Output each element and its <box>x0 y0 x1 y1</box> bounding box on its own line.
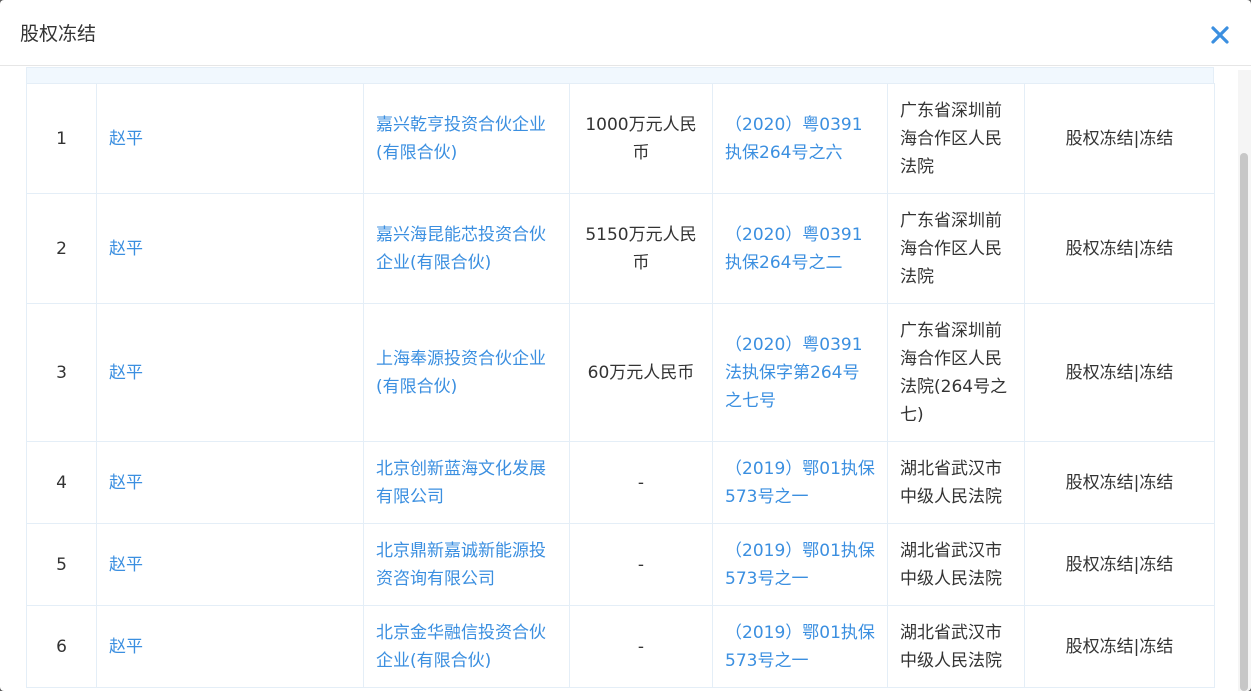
frozen-amount: - <box>569 605 713 688</box>
freeze-status: 股权冻结|冻结 <box>1024 523 1215 606</box>
table-row: 1 赵平 嘉兴乾亨投资合伙企业(有限合伙) 1000万元人民币 （2020）粤0… <box>26 83 1215 194</box>
frozen-amount: - <box>569 523 713 606</box>
scrollbar-thumb[interactable] <box>1240 153 1248 691</box>
row-index: 1 <box>26 83 97 194</box>
court-name: 广东省深圳前海合作区人民法院(264号之七) <box>887 303 1025 442</box>
table-row: 5 赵平 北京鼎新嘉诚新能源投资咨询有限公司 - （2019）鄂01执保573号… <box>26 523 1215 606</box>
equity-freeze-dialog: 股权冻结 1 赵平 嘉兴乾亨投资合伙企业(有限合伙) 1000万元人民币 （20… <box>0 0 1251 691</box>
table-row: 3 赵平 上海奉源投资合伙企业(有限合伙) 60万元人民币 （2020）粤039… <box>26 303 1215 442</box>
frozen-amount: 5150万元人民币 <box>569 193 713 304</box>
court-name: 湖北省武汉市中级人民法院 <box>887 441 1025 524</box>
frozen-amount: - <box>569 441 713 524</box>
case-number-link[interactable]: （2020）粤0391执保264号之六 <box>712 83 888 194</box>
freeze-status: 股权冻结|冻结 <box>1024 303 1215 442</box>
close-button[interactable] <box>1205 20 1235 50</box>
case-number-link[interactable]: （2019）鄂01执保573号之一 <box>712 441 888 524</box>
company-link[interactable]: 嘉兴海昆能芯投资合伙企业(有限合伙) <box>363 193 570 304</box>
freeze-status: 股权冻结|冻结 <box>1024 193 1215 304</box>
row-index: 5 <box>26 523 97 606</box>
dialog-title: 股权冻结 <box>20 23 97 45</box>
freeze-status: 股权冻结|冻结 <box>1024 83 1215 194</box>
case-number-link[interactable]: （2020）粤0391法执保字第264号之七号 <box>712 303 888 442</box>
table-row: 4 赵平 北京创新蓝海文化发展有限公司 - （2019）鄂01执保573号之一 … <box>26 441 1215 524</box>
table-row: 6 赵平 北京金华融信投资合伙企业(有限合伙) - （2019）鄂01执保573… <box>26 605 1215 688</box>
close-icon <box>1211 26 1229 44</box>
court-name: 湖北省武汉市中级人民法院 <box>887 605 1025 688</box>
court-name: 广东省深圳前海合作区人民法院 <box>887 83 1025 194</box>
person-link[interactable]: 赵平 <box>96 441 364 524</box>
person-link[interactable]: 赵平 <box>96 83 364 194</box>
frozen-amount: 60万元人民币 <box>569 303 713 442</box>
person-link[interactable]: 赵平 <box>96 523 364 606</box>
row-index: 6 <box>26 605 97 688</box>
court-name: 广东省深圳前海合作区人民法院 <box>887 193 1025 304</box>
person-link[interactable]: 赵平 <box>96 193 364 304</box>
company-link[interactable]: 嘉兴乾亨投资合伙企业(有限合伙) <box>363 83 570 194</box>
company-link[interactable]: 北京创新蓝海文化发展有限公司 <box>363 441 570 524</box>
freeze-table: 1 赵平 嘉兴乾亨投资合伙企业(有限合伙) 1000万元人民币 （2020）粤0… <box>26 67 1215 688</box>
person-link[interactable]: 赵平 <box>96 303 364 442</box>
dialog-body: 1 赵平 嘉兴乾亨投资合伙企业(有限合伙) 1000万元人民币 （2020）粤0… <box>0 67 1251 691</box>
row-index: 3 <box>26 303 97 442</box>
table-header <box>26 67 1214 83</box>
company-link[interactable]: 北京鼎新嘉诚新能源投资咨询有限公司 <box>363 523 570 606</box>
court-name: 湖北省武汉市中级人民法院 <box>887 523 1025 606</box>
dialog-header: 股权冻结 <box>0 0 1251 66</box>
row-index: 2 <box>26 193 97 304</box>
row-index: 4 <box>26 441 97 524</box>
person-link[interactable]: 赵平 <box>96 605 364 688</box>
freeze-status: 股权冻结|冻结 <box>1024 605 1215 688</box>
company-link[interactable]: 上海奉源投资合伙企业(有限合伙) <box>363 303 570 442</box>
freeze-status: 股权冻结|冻结 <box>1024 441 1215 524</box>
frozen-amount: 1000万元人民币 <box>569 83 713 194</box>
table-row: 2 赵平 嘉兴海昆能芯投资合伙企业(有限合伙) 5150万元人民币 （2020）… <box>26 193 1215 304</box>
company-link[interactable]: 北京金华融信投资合伙企业(有限合伙) <box>363 605 570 688</box>
case-number-link[interactable]: （2020）粤0391执保264号之二 <box>712 193 888 304</box>
case-number-link[interactable]: （2019）鄂01执保573号之一 <box>712 605 888 688</box>
case-number-link[interactable]: （2019）鄂01执保573号之一 <box>712 523 888 606</box>
